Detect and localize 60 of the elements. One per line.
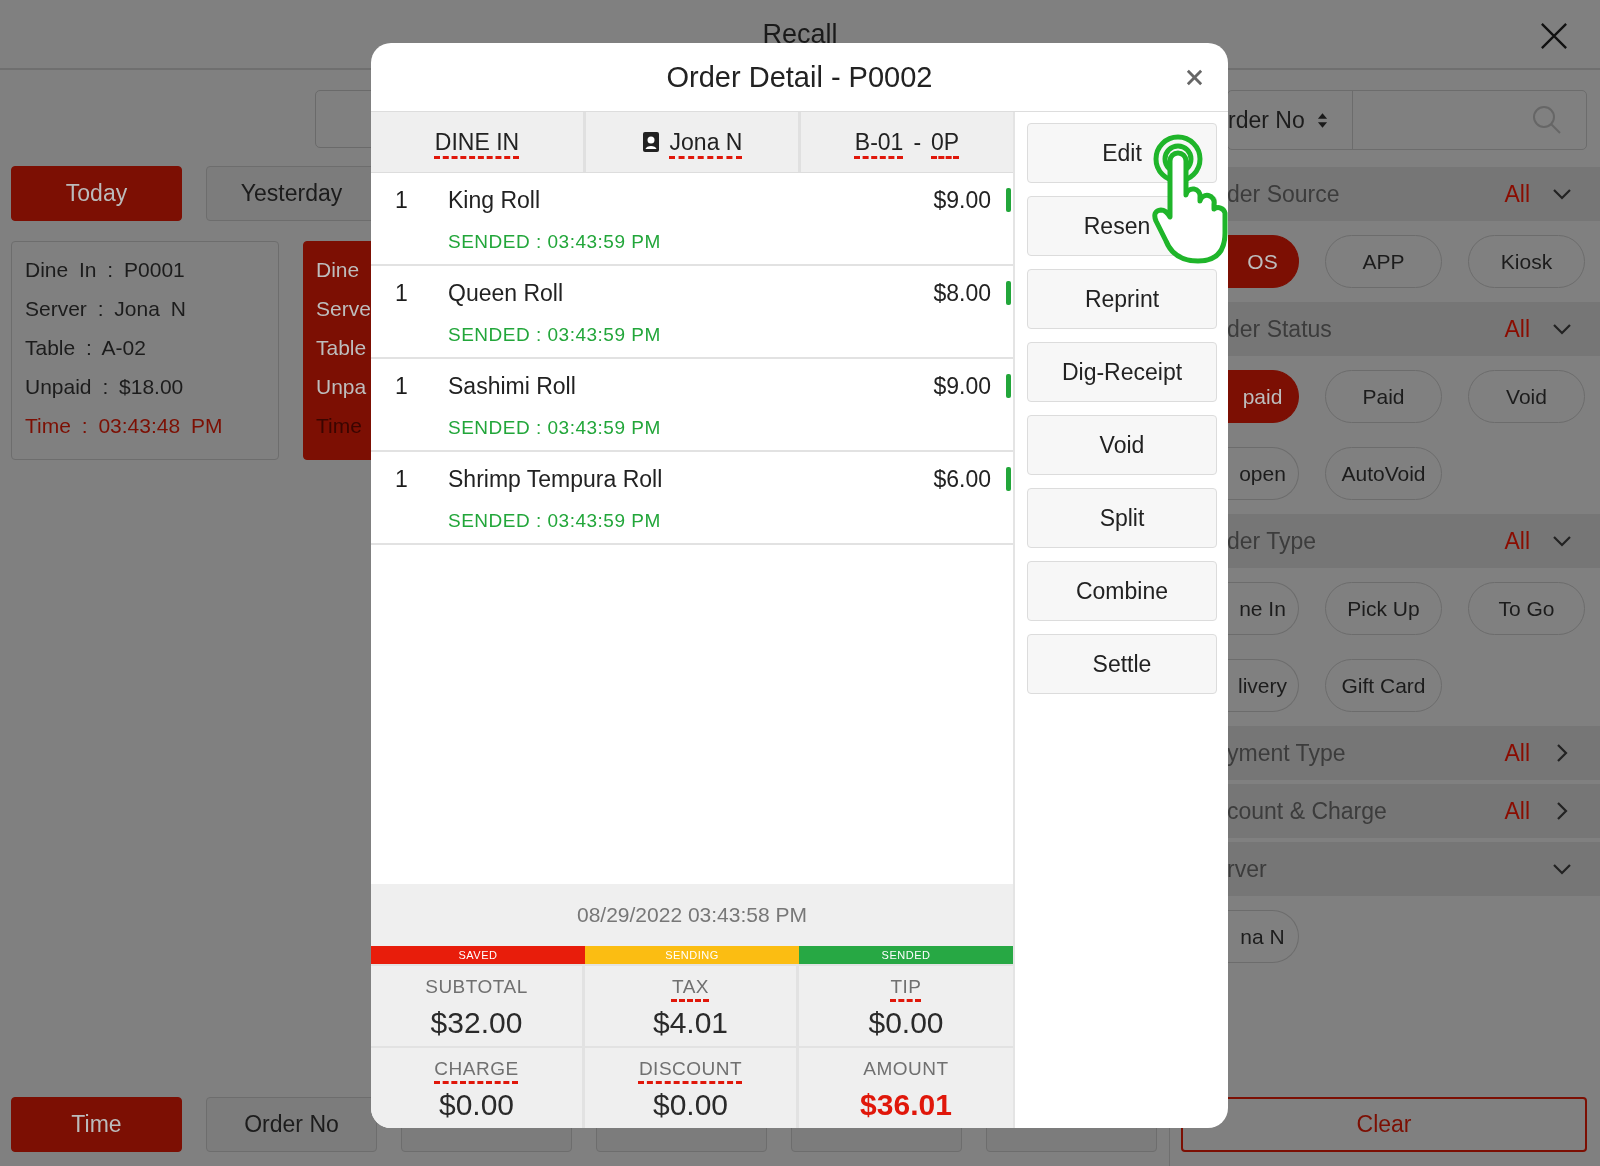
filter-value: All [1504,315,1530,343]
order-info-text: Table : A-02 [25,335,147,361]
item-quantity: 1 [395,186,409,214]
total-label: DISCOUNT [638,1057,743,1081]
total-value: $0.00 [652,1088,729,1122]
status-legend-segment: SAVED [371,946,585,964]
filter-value: All [1504,739,1530,767]
filter-section-title: yment Type [1227,739,1347,767]
item-price: $9.00 [933,186,991,214]
total-value: $0.00 [868,1006,944,1040]
item-quantity: 1 [395,372,409,400]
filter-value: All [1504,180,1530,208]
total-label: SUBTOTAL [425,975,528,999]
item-price: $8.00 [933,279,991,307]
order-info-text: Time : 03:43:48 PM [25,413,224,439]
filter-section-title: rver [1227,855,1268,883]
item-quantity: 1 [395,279,409,307]
total-value: $0.00 [438,1088,515,1122]
item-price: $6.00 [933,465,991,493]
item-status: SENDED : 03:43:59 PM [448,324,662,346]
item-name: Shrimp Tempura Roll [448,465,664,493]
total-value: $4.01 [652,1006,729,1040]
order-info-text: Table [316,335,368,361]
order-header-text: Jona N [669,128,743,157]
order-header-text: 0P [931,128,960,157]
order-header-text: B-01 [854,128,904,157]
order-info-text: Dine [316,257,361,283]
total-value: $36.01 [860,1088,952,1122]
order-header-text: - [913,128,922,157]
filter-value: All [1504,797,1530,825]
order-header-text: DINE IN [434,128,520,157]
item-quantity: 1 [395,465,409,493]
screen-title: Recall [762,18,838,50]
total-label: AMOUNT [863,1057,949,1081]
item-status: SENDED : 03:43:59 PM [448,510,662,532]
order-info-text: Server : Jona N [25,296,187,322]
item-name: Sashimi Roll [448,372,577,400]
filter-section-title: der Source [1227,180,1341,208]
order-timestamp: 08/29/2022 03:43:58 PM [577,903,807,927]
order-info-text: Unpaid : $18.00 [25,374,185,400]
status-legend-segment: SENDING [585,946,799,964]
total-label: CHARGE [434,1057,519,1081]
total-label: TAX [671,975,709,999]
order-info-text: Serve [316,296,369,322]
total-value: $32.00 [430,1006,523,1040]
item-name: Queen Roll [448,279,565,307]
filter-section-title: der Type [1227,527,1318,555]
dialog-title: Order Detail - P0002 [666,60,933,94]
item-name: King Roll [448,186,542,214]
filter-section-title: count & Charge [1227,797,1388,825]
order-info-text: Unpa [316,374,368,400]
total-label: TIP [890,975,922,999]
item-status: SENDED : 03:43:59 PM [448,231,662,253]
filter-value: All [1504,527,1530,555]
status-legend-segment: SENDED [799,946,1013,964]
filter-section-title: der Status [1227,315,1333,343]
order-info-text: Dine In : P0001 [25,257,186,283]
item-price: $9.00 [933,372,991,400]
item-status: SENDED : 03:43:59 PM [448,417,662,439]
order-info-text: Time [316,413,363,439]
